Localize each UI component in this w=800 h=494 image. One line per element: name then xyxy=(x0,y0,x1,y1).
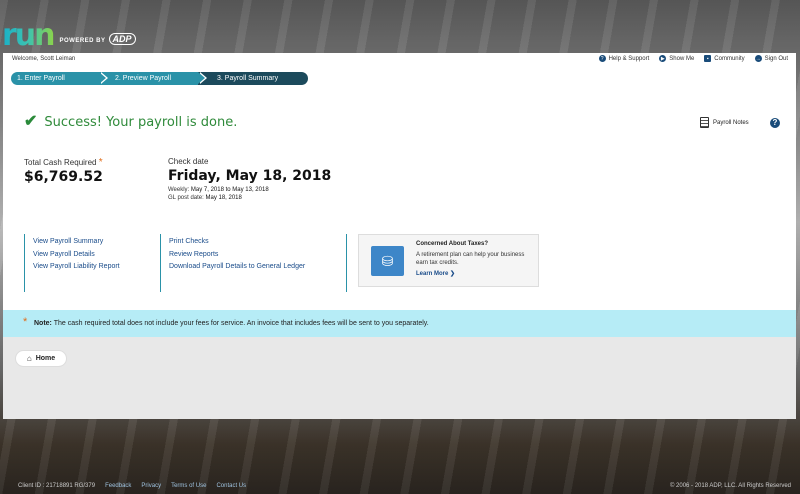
note-label: Note: xyxy=(34,320,52,327)
adp-logo: ADP xyxy=(108,33,136,45)
footer: Client ID : 21718891 RG/379 Feedback Pri… xyxy=(0,478,800,494)
lower-area: ⌂ Home xyxy=(3,337,796,419)
check-date-label: Check date xyxy=(168,157,209,166)
chevron-right-icon: ❯ xyxy=(450,271,456,277)
payroll-steps: 1. Enter Payroll 2. Preview Payroll 3. P… xyxy=(11,72,308,86)
copyright: © 2006 - 2018 ADP, LLC. All Rights Reser… xyxy=(669,483,791,489)
note-banner: * Note: The cash required total does not… xyxy=(3,310,796,337)
step-preview-payroll[interactable]: 2. Preview Payroll xyxy=(99,72,207,85)
weekly-label: Weekly: xyxy=(168,187,190,193)
gl-post-label: GL post date: xyxy=(168,195,204,201)
welcome-text: Welcome, Scott Leiman xyxy=(12,56,76,62)
check-date-value: Friday, May 18, 2018 xyxy=(168,168,332,184)
period-to: to xyxy=(225,187,231,193)
pay-period: Weekly: May 7, 2018 to May 13, 2018 GL p… xyxy=(168,186,269,202)
step-label: 3. Payroll Summary xyxy=(217,75,279,82)
total-cash-label: Total Cash Required * xyxy=(24,157,103,168)
view-liability-report-link[interactable]: View Payroll Liability Report xyxy=(33,263,154,272)
footer-contact-link[interactable]: Contact Us xyxy=(216,483,246,489)
asterisk-icon: * xyxy=(98,157,103,168)
home-button[interactable]: ⌂ Home xyxy=(15,350,67,367)
footer-feedback-link[interactable]: Feedback xyxy=(105,483,131,489)
step-label: 1. Enter Payroll xyxy=(17,75,65,82)
note-body: The cash required total does not include… xyxy=(53,320,429,327)
download-gl-link[interactable]: Download Payroll Details to General Ledg… xyxy=(169,263,340,272)
step-payroll-summary: 3. Payroll Summary xyxy=(198,72,308,85)
play-icon: ▶ xyxy=(659,55,667,62)
note-text: Note: The cash required total does not i… xyxy=(34,320,429,327)
community-label: Community xyxy=(714,55,745,62)
home-label: Home xyxy=(35,355,56,362)
help-support-label: Help & Support xyxy=(608,55,650,62)
brand-bar: run POWERED BY ADP xyxy=(0,0,800,53)
view-payroll-details-link[interactable]: View Payroll Details xyxy=(33,251,154,260)
logo-text: run xyxy=(2,18,55,53)
main-panel: Welcome, Scott Leiman ? Help & Support ▶… xyxy=(3,53,796,419)
success-message: ✔ Success! Your payroll is done. xyxy=(24,114,237,130)
community-link[interactable]: ▪ Community xyxy=(704,55,745,62)
help-icon: ? xyxy=(598,55,606,62)
view-payroll-summary-link[interactable]: View Payroll Summary xyxy=(33,238,154,247)
checkmark-icon: ✔ xyxy=(24,113,38,130)
header-links: ? Help & Support ▶ Show Me ▪ Community →… xyxy=(598,55,788,62)
powered-by-text: POWERED BY xyxy=(59,38,106,44)
show-me-link[interactable]: ▶ Show Me xyxy=(659,55,694,62)
help-support-link[interactable]: ? Help & Support xyxy=(598,55,650,62)
show-me-label: Show Me xyxy=(669,55,695,62)
learn-more-link[interactable]: Learn More ❯ xyxy=(416,270,455,277)
payroll-notes-label: Payroll Notes xyxy=(713,119,749,126)
links-column-1: View Payroll Summary View Payroll Detail… xyxy=(24,234,154,292)
top-bar: Welcome, Scott Leiman ? Help & Support ▶… xyxy=(3,53,796,67)
home-icon: ⌂ xyxy=(26,354,32,363)
learn-more-label: Learn More xyxy=(416,271,449,277)
sign-out-link[interactable]: → Sign Out xyxy=(754,55,788,62)
sign-out-label: Sign Out xyxy=(764,55,788,62)
gl-post-value: May 18, 2018 xyxy=(205,195,242,201)
coins-icon: ⛁ xyxy=(371,246,404,276)
footer-privacy-link[interactable]: Privacy xyxy=(141,483,161,489)
tax-promo-card: ⛁ Concerned About Taxes? A retirement pl… xyxy=(358,234,539,287)
run-logo[interactable]: run POWERED BY ADP xyxy=(2,18,136,53)
promo-text: A retirement plan can help your business… xyxy=(416,252,525,266)
print-checks-link[interactable]: Print Checks xyxy=(169,238,340,247)
links-column-2: Print Checks Review Reports Download Pay… xyxy=(160,234,340,292)
signout-icon: → xyxy=(754,55,762,62)
total-cash-label-text: Total Cash Required xyxy=(24,158,97,167)
success-text: Success! Your payroll is done. xyxy=(44,114,238,130)
total-cash-value: $6,769.52 xyxy=(24,169,103,185)
footer-terms-link[interactable]: Terms of Use xyxy=(171,483,206,489)
period-end: May 13, 2018 xyxy=(232,187,269,193)
step-enter-payroll[interactable]: 1. Enter Payroll xyxy=(11,72,108,85)
payroll-notes-button[interactable]: Payroll Notes xyxy=(700,117,749,128)
cart-icon: ▪ xyxy=(704,55,712,62)
review-reports-link[interactable]: Review Reports xyxy=(169,251,340,260)
period-start: May 7, 2018 xyxy=(190,187,224,193)
asterisk-icon: * xyxy=(23,316,28,328)
step-label: 2. Preview Payroll xyxy=(115,75,172,82)
question-icon[interactable]: ? xyxy=(770,118,780,128)
footer-left: Client ID : 21718891 RG/379 Feedback Pri… xyxy=(18,483,246,489)
client-id: Client ID : 21718891 RG/379 xyxy=(18,483,96,489)
promo-title: Concerned About Taxes? xyxy=(416,241,489,247)
notes-icon xyxy=(700,117,709,128)
column-divider xyxy=(346,234,347,292)
